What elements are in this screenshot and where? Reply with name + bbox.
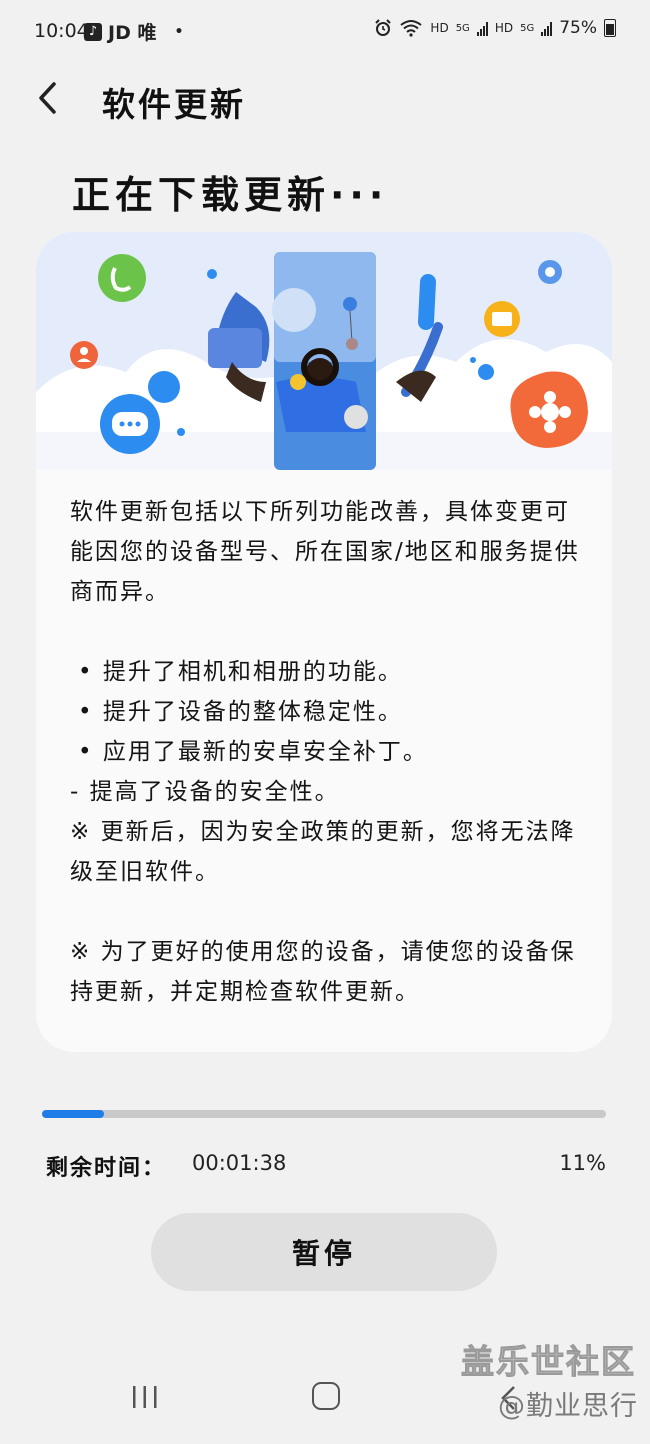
network-label-1: 5G — [455, 22, 470, 34]
phone-app-icon — [98, 254, 146, 302]
clock: 10:04 — [34, 20, 89, 42]
release-bullet: • 提升了设备的整体稳定性。 — [78, 699, 403, 725]
system-icons: HD 5G HD 5G 75% — [374, 18, 616, 38]
progress-percent: 11% — [559, 1151, 606, 1175]
watermark-community: 盖乐世社区 — [461, 1342, 636, 1382]
update-illustration — [36, 232, 612, 470]
page-title: 软件更新 — [102, 85, 246, 124]
remaining-time-label: 剩余时间： — [46, 1156, 167, 1181]
release-sub-item: - 提高了设备的安全性。 — [70, 779, 340, 805]
home-icon[interactable] — [312, 1382, 340, 1410]
hd-label-1: HD — [430, 21, 449, 35]
release-bullet: • 提升了相机和相册的功能。 — [78, 659, 403, 685]
hd-label-2: HD — [494, 21, 514, 35]
more-dot: • — [174, 23, 184, 40]
update-info-card: 软件更新包括以下所列功能改善，具体变更可能因您的设备型号、所在国家/地区和服务提… — [36, 232, 612, 1052]
recent-apps-icon[interactable] — [130, 1384, 160, 1410]
battery-icon — [604, 19, 616, 37]
app-header: 软件更新 — [0, 70, 650, 130]
release-intro: 软件更新包括以下所列功能改善，具体变更可能因您的设备型号、所在国家/地区和服务提… — [70, 499, 580, 605]
signal-icon — [541, 20, 553, 36]
remaining-time-value: 00:01:38 — [192, 1151, 287, 1175]
notification-icons: ♪ JD 唯 • — [84, 18, 183, 45]
wifi-icon — [400, 20, 423, 37]
release-note-downgrade: ※ 更新后，因为安全政策的更新，您将无法降级至旧软件。 — [70, 819, 576, 885]
chevron-left-icon[interactable] — [28, 76, 72, 120]
watermark-author: @勤业思行 — [498, 1391, 638, 1422]
release-notes: 软件更新包括以下所列功能改善，具体变更可能因您的设备型号、所在国家/地区和服务提… — [70, 492, 590, 1012]
battery-percent: 75% — [559, 18, 597, 38]
download-progress-bar — [42, 1110, 606, 1118]
download-status-heading: 正在下载更新··· — [72, 173, 389, 217]
status-bar: 10:04 ♪ JD 唯 • HD 5G HD 5G 75% — [0, 0, 650, 62]
app-icon: ♪ — [84, 22, 102, 41]
release-note-keep-updated: ※ 为了更好的使用您的设备，请使您的设备保持更新，并定期检查软件更新。 — [70, 939, 576, 1005]
release-bullet: • 应用了最新的安卓安全补丁。 — [78, 739, 428, 765]
pause-button[interactable]: 暂停 — [151, 1213, 497, 1291]
download-progress-fill — [42, 1110, 105, 1118]
notification-text: JD 唯 — [108, 22, 157, 44]
signal-icon — [476, 20, 488, 36]
alarm-icon — [375, 19, 392, 36]
network-label-2: 5G — [520, 22, 535, 34]
